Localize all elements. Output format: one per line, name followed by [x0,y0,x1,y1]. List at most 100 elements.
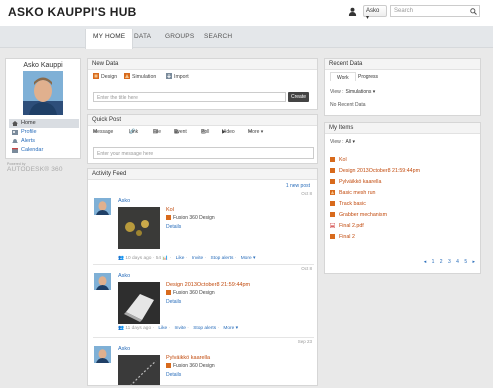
details-link[interactable]: Details [166,224,181,230]
feed-item: Sep 23 Asko Pylväikkö kaarella Fusion 36… [93,339,314,386]
list-item[interactable]: Final 2.pdf [330,221,475,232]
avatar[interactable] [94,273,111,290]
message-input[interactable]: Enter your message here [93,147,314,159]
feed-time: 10 days ago [125,256,152,261]
like-link[interactable]: Like [176,256,185,261]
tab-search[interactable]: SEARCH [204,33,232,40]
pager-page-1[interactable]: 1 [432,259,435,265]
view-label: View : [330,139,344,145]
like-link[interactable]: Like [158,326,167,331]
profile-name: Asko Kauppi [23,62,63,69]
design-icon [166,363,171,368]
more-link[interactable]: More ▾ [241,256,256,261]
home-icon [12,121,18,126]
item-thumbnail[interactable] [118,207,160,249]
stop-alerts-link[interactable]: Stop alerts [210,256,233,261]
alert-icon [12,139,18,143]
list-item[interactable]: Kol [330,155,475,166]
avatar[interactable] [23,71,63,115]
details-link[interactable]: Details [166,299,181,305]
pager-prev[interactable]: ◂ [424,259,427,265]
tab-simulation[interactable]: Simulation [124,73,156,80]
avatar[interactable] [94,198,111,215]
item-name-link[interactable]: Kol [166,207,174,213]
tab-groups[interactable]: GROUPS [165,33,194,40]
item-thumbnail[interactable] [118,355,160,386]
list-item[interactable]: Grabber mechanism [330,210,475,221]
feed-item: Oct 8 Asko Design 2013October8 21:59:44p… [93,266,314,338]
title-input[interactable]: Enter the title here [93,92,286,102]
item-label: Design 2013October8 21:59:44pm [339,168,420,174]
tab-import[interactable]: Import [166,73,189,80]
panel-title: My Items [325,123,480,134]
pager-page-5[interactable]: 5 [464,259,467,265]
recent-data-panel: Recent Data Work Progress View : Simulati… [324,58,481,116]
item-name-link[interactable]: Pylväikkö kaarella [166,355,210,361]
feed-user-link[interactable]: Asko [118,346,130,352]
item-project: Fusion 360 Design [166,290,215,296]
tab-design[interactable]: Design [93,73,117,80]
pager-page-3[interactable]: 3 [448,259,451,265]
pager-page-4[interactable]: 4 [456,259,459,265]
feed-date: Oct 8 [301,191,312,196]
feed-meta: 👥 11 days ago · Like · Invite · Stop ale… [118,326,239,331]
details-link[interactable]: Details [166,372,181,378]
more-link[interactable]: More ▾ [223,326,238,331]
view-count: 54 [155,256,162,261]
feed-user-link[interactable]: Asko [118,198,130,204]
create-button[interactable]: Create [288,92,309,102]
feed-item: Oct 8 Asko Kol Fusion 360 Design Details… [93,191,314,265]
item-thumbnail[interactable] [118,282,160,324]
sidebar-item-home[interactable]: Home [9,119,79,128]
tab-progress[interactable]: Progress [352,72,384,81]
action-label: Poll [201,129,210,135]
panel-title: New Data [88,59,317,70]
sidebar-item-label: Calendar [21,147,44,153]
new-data-panel: New Data Design Simulation Import Enter … [87,58,318,110]
people-icon: 👥 [118,326,124,331]
tab-my-home[interactable]: MY HOME [85,29,134,49]
autodesk-logo: AUTODESK® 360 [7,166,63,173]
tab-label: Design [101,74,118,80]
tab-data[interactable]: DATA [134,33,151,40]
pdf-icon [330,223,335,228]
hub-title: ASKO KAUPPI'S HUB [8,5,137,19]
items-view-filter[interactable]: View : All ▾ [330,139,355,145]
user-icon[interactable] [348,7,357,16]
user-menu-button[interactable]: Asko ▾ [363,5,387,21]
item-label: Kol [339,157,347,163]
recent-view-filter[interactable]: View : Simulations ▾ [330,89,375,95]
invite-link[interactable]: Invite [174,326,185,331]
panel-title: Recent Data [325,59,480,70]
new-post-link[interactable]: 1 new post [286,183,310,189]
search-icon[interactable] [470,8,477,15]
sidebar-item-alerts[interactable]: Alerts [9,137,79,146]
invite-link[interactable]: Invite [192,256,203,261]
pager-next[interactable]: ▸ [472,259,475,265]
sidebar-item-label: Profile [21,129,37,135]
panel-title: Activity Feed [88,169,317,180]
sidebar-item-profile[interactable]: Profile [9,128,79,137]
stop-alerts-link[interactable]: Stop alerts [193,326,216,331]
profile-card: Asko Kauppi Home Profile Alerts Calendar [5,58,81,159]
pager-page-2[interactable]: 2 [440,259,443,265]
design-icon [166,290,171,295]
view-value: Simulations ▾ [345,89,376,95]
pagination: ◂ 1 2 3 4 5 ▸ [420,259,475,265]
list-item[interactable]: Final 2 [330,232,475,243]
item-label: Basic mesh run [339,190,376,196]
search-input[interactable]: Search [390,5,480,17]
list-item[interactable]: Track basic [330,199,475,210]
design-icon [330,201,335,206]
message-placeholder: Enter your message here [97,151,154,157]
design-icon [330,157,335,162]
item-name-link[interactable]: Design 2013October8 21:59:44pm [166,282,250,288]
list-item[interactable]: Basic mesh run [330,188,475,199]
avatar[interactable] [94,346,111,363]
tab-label: Simulation [132,74,157,80]
list-item[interactable]: Design 2013October8 21:59:44pm [330,166,475,177]
feed-user-link[interactable]: Asko [118,273,130,279]
feed-time: 11 days ago [125,326,152,331]
list-item[interactable]: Pylväikkö kaarella [330,177,475,188]
sidebar-item-calendar[interactable]: Calendar [9,146,79,155]
